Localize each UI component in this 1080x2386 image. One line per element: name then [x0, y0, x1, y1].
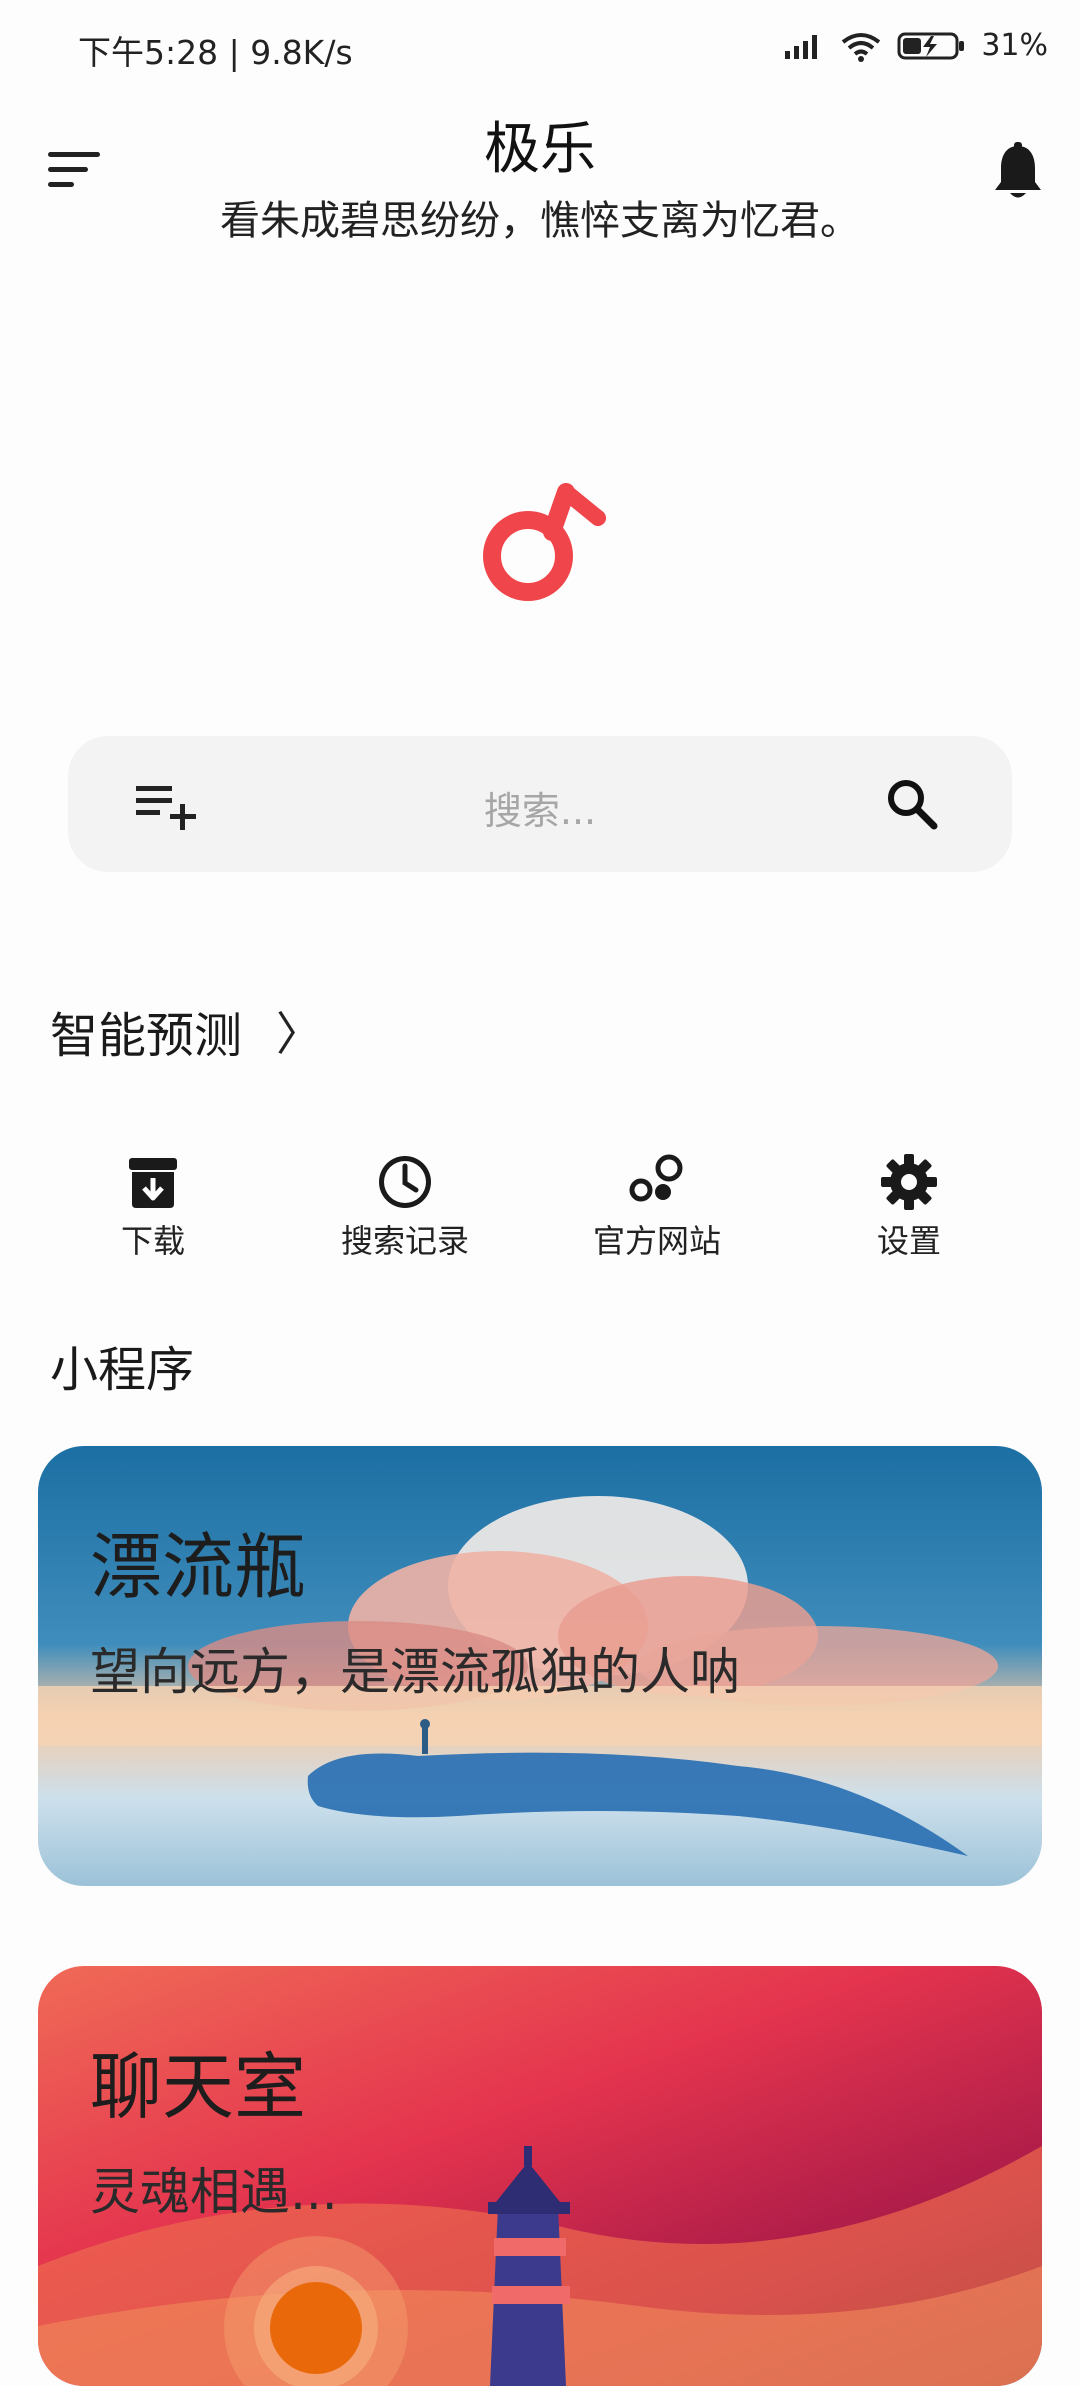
card-title: 聊天室	[90, 2045, 307, 2129]
page-title: 极乐	[484, 117, 596, 182]
quick-action-history[interactable]: 搜索记录	[280, 1152, 530, 1262]
page-subtitle: 看朱成碧思纷纷，憔悴支离为忆君。	[220, 198, 860, 244]
search-icon	[888, 780, 938, 830]
card-subtitle: 望向远方，是漂流孤独的人呐	[90, 1643, 740, 1701]
battery-percent: 31%	[981, 28, 1048, 63]
quick-action-download[interactable]: 下载	[28, 1152, 278, 1262]
status-time: 下午5:28 | 9.8K/s	[78, 33, 353, 72]
quick-action-label: 搜索记录	[340, 1222, 469, 1260]
smart-predict-link[interactable]: 智能预测 〉	[50, 996, 322, 1066]
search-button[interactable]	[884, 776, 940, 832]
mini-programs-heading: 小程序	[50, 1342, 195, 1398]
music-note-logo	[483, 483, 606, 601]
quick-action-website[interactable]: 官方网站	[532, 1152, 782, 1262]
search-bar[interactable]: 搜索...	[68, 736, 1012, 872]
card-title: 漂流瓶	[90, 1525, 307, 1609]
notification-button[interactable]	[990, 142, 1046, 202]
bell-icon	[995, 142, 1041, 198]
app-logo	[470, 470, 610, 610]
battery-icon	[897, 32, 965, 59]
smart-predict-label: 智能预测	[50, 1008, 243, 1064]
gear-icon	[881, 1154, 937, 1210]
quick-action-label: 下载	[120, 1222, 185, 1260]
search-input[interactable]: 搜索...	[68, 780, 1012, 835]
wifi-icon	[842, 32, 881, 62]
card-subtitle: 灵魂相遇...	[90, 2163, 338, 2221]
history-icon	[379, 1156, 431, 1208]
download-icon	[129, 1158, 177, 1208]
chevron-right-icon: 〉	[276, 1007, 323, 1061]
quick-action-label: 官方网站	[592, 1222, 721, 1260]
quick-action-label: 设置	[876, 1222, 941, 1260]
chat-room-card[interactable]: 聊天室 灵魂相遇...	[38, 1966, 1042, 2386]
status-bar: 下午5:28 | 9.8K/s 31%	[0, 0, 1080, 96]
bubbles-icon	[629, 1154, 683, 1202]
signal-icon	[785, 34, 818, 59]
drift-bottle-card[interactable]: 漂流瓶 望向远方，是漂流孤独的人呐	[38, 1446, 1042, 1886]
status-indicators: 31%	[783, 28, 1048, 63]
quick-action-settings[interactable]: 设置	[784, 1152, 1034, 1262]
